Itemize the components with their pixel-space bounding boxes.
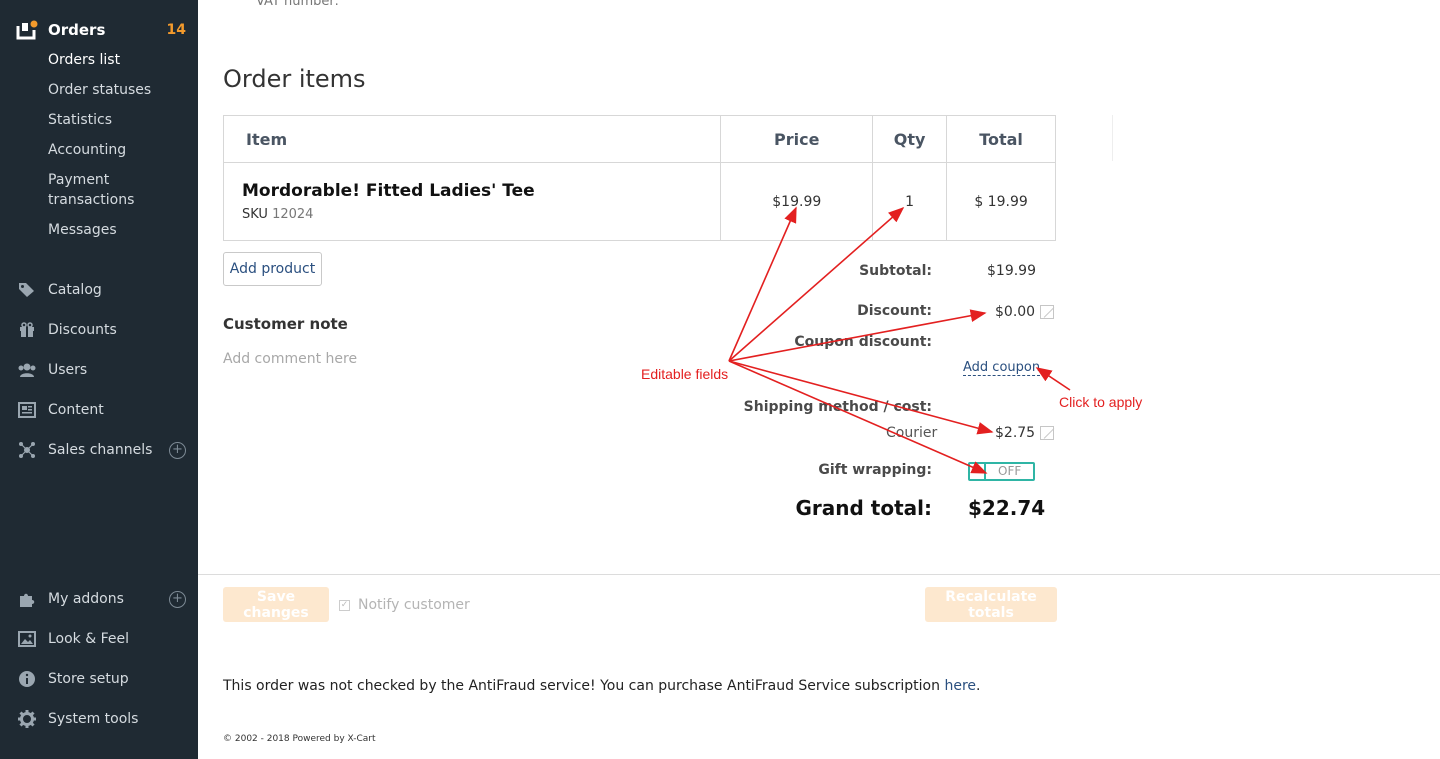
edit-shipping-icon[interactable] [1040,426,1054,440]
vat-number-label: VAT number: [256,0,339,9]
payment-label-line1: Payment [48,172,110,188]
table-row: Mordorable! Fitted Ladies' Tee SKU 12024… [222,162,1056,241]
sidebar-item-users[interactable]: Users [16,358,186,382]
sidebar-item-label: Content [48,402,104,418]
sidebar-item-label: Sales channels [48,442,153,458]
sidebar-item-label: Discounts [48,322,117,338]
grand-total-label: Grand total: [795,496,932,520]
order-items-table: Item Price Qty Total Mordorable! Fitted … [222,115,1056,241]
info-icon [16,670,38,688]
orders-icon [16,20,38,40]
checkbox-icon[interactable]: ✓ [339,599,350,611]
divider [198,574,1440,575]
sidebar-item-messages[interactable]: Messages [48,220,117,240]
sidebar-item-label: My addons [48,591,124,607]
save-changes-button[interactable]: Save changes [223,587,329,622]
newspaper-icon [16,401,38,419]
price-field[interactable]: $19.99 [720,162,874,241]
add-coupon-link[interactable]: Add coupon [963,361,1041,376]
toggle-state: OFF [998,464,1022,478]
sidebar-item-orders-list[interactable]: Orders list [48,50,120,70]
orders-title: Orders [48,21,106,39]
add-product-button[interactable]: Add product [223,252,322,286]
annotation-editable-fields: Editable fields [641,366,729,382]
gear-icon [16,710,38,728]
table-header-row: Item Price Qty Total [222,115,1056,163]
sidebar-item-payment-transactions[interactable]: Payment transactions [48,170,134,210]
add-addon-icon[interactable]: + [169,590,186,608]
gift-icon [16,321,38,339]
image-icon [16,630,38,648]
column-header-total: Total [946,115,1056,163]
main-content: VAT number: Order items Item Price Qty T… [198,0,1440,759]
customer-note-input[interactable]: Add comment here [223,351,357,367]
column-header-item: Item [222,115,722,163]
antifraud-notice: This order was not checked by the AntiFr… [223,678,980,694]
sidebar-item-catalog[interactable]: Catalog [16,278,186,302]
annotation-click-to-apply: Click to apply [1059,394,1143,410]
sidebar-item-discounts[interactable]: Discounts [16,318,186,342]
shipping-method: Courier [886,425,938,441]
sidebar-item-label: Catalog [48,282,102,298]
sidebar-item-label: Store setup [48,671,129,687]
tag-icon [16,281,38,299]
column-header-qty: Qty [872,115,948,163]
gift-wrapping-toggle[interactable]: OFF [968,462,1035,481]
sidebar-item-my-addons[interactable]: My addons + [16,587,186,611]
shipping-cost-field[interactable]: $2.75 [995,425,1035,441]
users-icon [16,361,38,379]
sidebar-item-system-tools[interactable]: System tools [16,707,186,731]
item-cell: Mordorable! Fitted Ladies' Tee SKU 12024 [222,162,722,241]
notify-customer-checkbox[interactable]: ✓ Notify customer [339,597,470,613]
discount-field[interactable]: $0.00 [995,304,1035,320]
sidebar-item-accounting[interactable]: Accounting [48,140,126,160]
sidebar-item-label: Users [48,362,88,378]
sidebar: Orders 14 Orders list Order statuses Sta… [0,0,198,759]
subtotal-value: $19.99 [987,263,1036,279]
sku-value: 12024 [272,207,314,222]
sidebar-orders-header[interactable]: Orders 14 [16,19,186,41]
coupon-discount-label: Coupon discount: [794,334,932,350]
orders-badge: 14 [166,22,186,38]
gift-wrapping-label: Gift wrapping: [818,462,932,478]
sidebar-item-label: System tools [48,711,139,727]
product-sku: SKU 12024 [242,207,720,222]
antifraud-end: . [976,678,981,694]
payment-label-line2: transactions [48,192,135,208]
sidebar-item-store-setup[interactable]: Store setup [16,667,186,691]
sidebar-item-label: Look & Feel [48,631,130,647]
sku-label: SKU [242,207,268,222]
edit-discount-icon[interactable] [1040,305,1054,319]
antifraud-text: This order was not checked by the AntiFr… [223,678,940,694]
product-name-link[interactable]: Mordorable! Fitted Ladies' Tee [242,181,720,201]
recalculate-totals-button[interactable]: Recalculate totals [925,587,1057,622]
discount-label: Discount: [857,303,932,319]
shipping-label: Shipping method / cost: [743,399,932,415]
column-header-price: Price [720,115,874,163]
qty-field[interactable]: 1 [872,162,948,241]
divider [1112,115,1113,161]
customer-note-label: Customer note [223,315,348,333]
grand-total-value: $22.74 [968,496,1046,520]
network-icon [16,441,38,459]
antifraud-here-link[interactable]: here [944,678,976,694]
notify-customer-label: Notify customer [358,597,470,613]
sidebar-item-content[interactable]: Content [16,398,186,422]
sidebar-item-look-feel[interactable]: Look & Feel [16,627,186,651]
sidebar-item-sales-channels[interactable]: Sales channels + [16,438,186,462]
puzzle-icon [16,590,38,608]
sidebar-item-order-statuses[interactable]: Order statuses [48,80,151,100]
add-sales-channel-icon[interactable]: + [169,441,186,459]
subtotal-label: Subtotal: [859,263,932,279]
sidebar-item-statistics[interactable]: Statistics [48,110,112,130]
page-title: Order items [223,65,366,93]
footer-copyright: © 2002 - 2018 Powered by X-Cart [223,734,376,744]
toggle-knob [970,464,986,479]
row-total: $ 19.99 [946,162,1056,241]
